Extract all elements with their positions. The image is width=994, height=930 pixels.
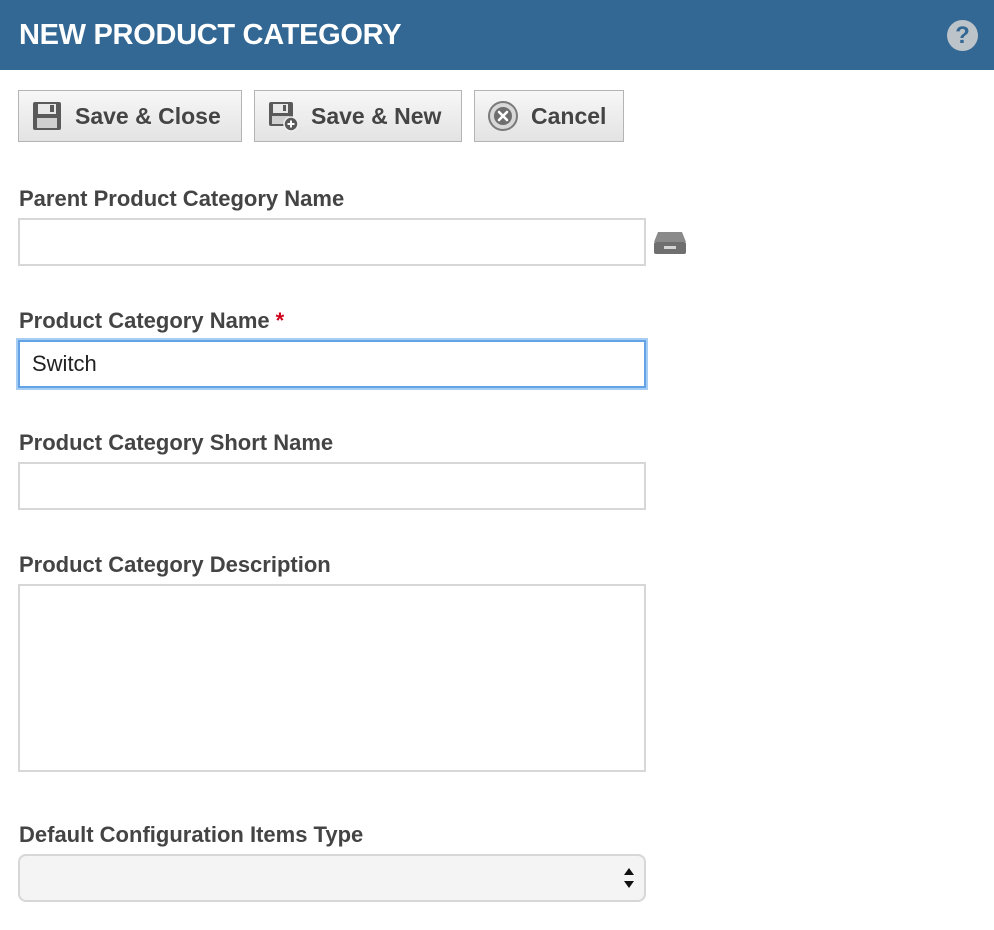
ci-type-label: Default Configuration Items Type [19,822,364,847]
help-icon[interactable]: ? [947,20,978,51]
ci-type-select[interactable] [18,854,646,902]
cancel-button[interactable]: Cancel [474,90,624,142]
category-name-label: Product Category Name * [19,307,284,335]
parent-category-label: Parent Product Category Name [19,186,345,211]
description-textarea[interactable] [18,584,646,772]
short-name-label: Product Category Short Name [19,430,334,455]
up-down-chevron-icon [624,868,634,888]
floppy-disk-icon [33,102,61,130]
category-name-label-text: Product Category Name [19,308,270,333]
save-new-label: Save & New [311,102,442,129]
page-title: NEW PRODUCT CATEGORY [19,19,402,51]
circle-x-icon [488,101,518,131]
required-marker: * [275,308,285,333]
floppy-disk-plus-icon [269,102,299,132]
tray-lookup-icon[interactable] [653,230,687,256]
save-close-label: Save & Close [75,102,221,129]
description-label: Product Category Description [19,552,331,577]
save-new-button[interactable]: Save & New [254,90,462,142]
category-name-input[interactable] [18,340,646,388]
short-name-input[interactable] [18,462,646,510]
save-close-button[interactable]: Save & Close [18,90,242,142]
cancel-label: Cancel [531,102,607,129]
page-header: NEW PRODUCT CATEGORY ? [0,0,994,70]
parent-category-input[interactable] [18,218,646,266]
